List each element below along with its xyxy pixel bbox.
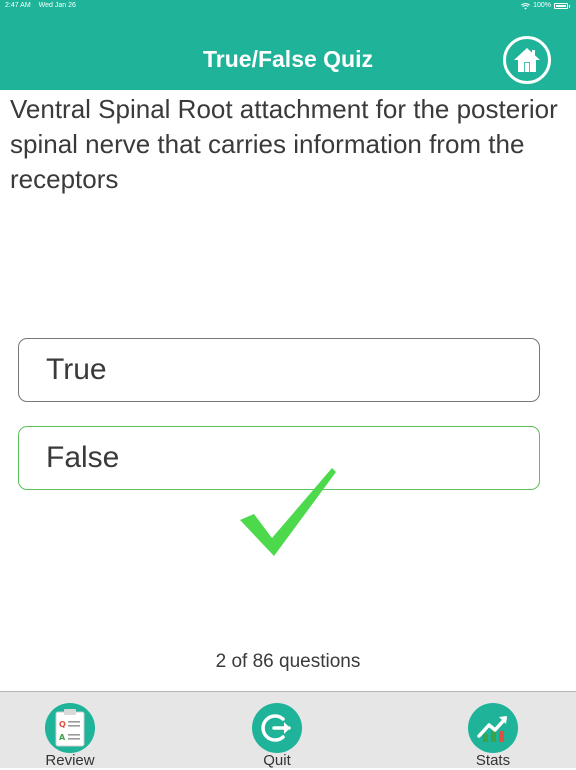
svg-text:Q: Q [59, 720, 66, 729]
page-title: True/False Quiz [203, 46, 373, 72]
status-left: 2:47 AM Wed Jan 26 [5, 0, 82, 12]
status-bar: 2:47 AM Wed Jan 26 100% [0, 0, 576, 12]
wifi-icon [521, 2, 531, 10]
tab-quit-label: Quit [263, 752, 291, 769]
tab-quit[interactable]: Quit [227, 692, 327, 769]
battery-percent: 100% [533, 2, 551, 9]
answer-true-button[interactable]: True [18, 338, 540, 402]
tab-bar: Q A Review Quit Stats [0, 691, 576, 769]
progress-counter: 2 of 86 questions [215, 651, 361, 672]
battery-icon [554, 3, 568, 9]
header: True/False Quiz [0, 12, 576, 90]
answer-true-label: True [46, 353, 107, 386]
review-icon: Q A [45, 703, 95, 753]
checkmark-icon [240, 468, 336, 556]
stats-icon [468, 703, 518, 753]
answer-false-label: False [46, 441, 120, 474]
status-time: 2:47 AM [5, 2, 31, 9]
tab-review-label: Review [45, 752, 95, 769]
tab-stats[interactable]: Stats [443, 692, 543, 769]
tab-stats-label: Stats [475, 752, 511, 769]
question-text: Ventral Spinal Root attachment for the p… [10, 94, 558, 194]
svg-text:A: A [59, 733, 66, 742]
status-right: 100% [521, 0, 570, 12]
home-button[interactable] [503, 36, 551, 84]
home-icon [514, 48, 540, 72]
status-date: Wed Jan 26 [38, 2, 76, 9]
battery-tip [569, 4, 570, 8]
tab-review[interactable]: Q A Review [20, 692, 120, 769]
quit-icon [252, 703, 302, 753]
